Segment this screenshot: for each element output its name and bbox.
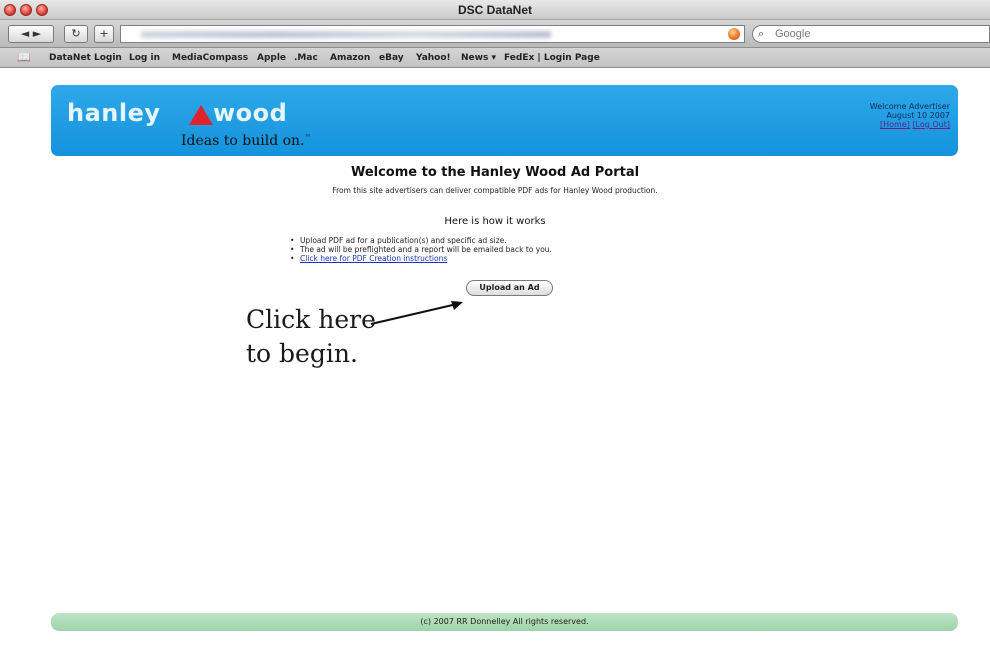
- page-title: Welcome to the Hanley Wood Ad Portal: [350, 165, 640, 180]
- bookmark-yahoo[interactable]: Yahoo!: [416, 53, 451, 63]
- list-item: Upload PDF ad for a publication(s) and s…: [288, 236, 552, 245]
- add-bookmark-button[interactable]: +: [94, 25, 114, 43]
- tagline: Ideas to build on.™: [181, 133, 312, 149]
- blurred-url: [141, 31, 551, 38]
- bookmark-datanet-login[interactable]: DataNet Login: [49, 53, 122, 63]
- page-subtitle: From this site advertisers can deliver c…: [332, 186, 658, 195]
- logout-link[interactable]: [Log Out]: [912, 120, 950, 129]
- footer-bar: (c) 2007 RR Donnelley All rights reserve…: [51, 613, 958, 631]
- how-it-works-heading: Here is how it works: [444, 216, 546, 227]
- list-item: The ad will be preflighted and a report …: [288, 245, 552, 254]
- search-placeholder: Google: [775, 28, 811, 40]
- welcome-box: Welcome Advertiser August 10 2007 [Home]…: [870, 102, 950, 129]
- bookmark-mediacompass[interactable]: MediaCompass: [172, 53, 248, 63]
- header-banner: hanley wood Ideas to build on.™ Welcome …: [51, 85, 958, 156]
- reload-button[interactable]: ↻: [64, 25, 88, 43]
- callout-line-2: to begin.: [246, 339, 358, 368]
- callout-annotation: Click here to begin.: [246, 303, 376, 371]
- bookmark-log-in[interactable]: Log in: [129, 53, 160, 63]
- bookmark-fedex[interactable]: FedEx | Login Page: [504, 53, 600, 63]
- bookmark-apple[interactable]: Apple: [257, 53, 286, 63]
- copyright-text: (c) 2007 RR Donnelley All rights reserve…: [420, 617, 589, 626]
- welcome-text: Welcome Advertiser: [869, 102, 950, 111]
- book-icon[interactable]: 📖: [17, 51, 31, 64]
- pdf-instructions-link[interactable]: Click here for PDF Creation instructions: [300, 254, 447, 263]
- browser-toolbar: ◄ ► ↻ + ⌕ Google: [0, 20, 990, 48]
- bookmark-ebay[interactable]: eBay: [379, 53, 404, 63]
- trademark-mark: ™: [304, 133, 312, 142]
- tagline-text: Ideas to build on.: [181, 133, 305, 149]
- callout-arrow-icon: [370, 301, 463, 325]
- window-titlebar: DSC DataNet: [0, 0, 990, 20]
- window-title: DSC DataNet: [457, 3, 532, 17]
- logo-triangle-icon: [189, 105, 213, 125]
- callout-line-1: Click here: [246, 305, 376, 334]
- upload-ad-button[interactable]: Upload an Ad: [466, 280, 553, 296]
- reload-icon: ↻: [71, 27, 81, 40]
- logo-word-wood: wood: [213, 99, 288, 127]
- list-item: Click here for PDF Creation instructions: [288, 254, 552, 263]
- back-forward-button[interactable]: ◄ ►: [8, 25, 54, 43]
- home-link[interactable]: [Home]: [880, 120, 910, 129]
- search-icon: ⌕: [758, 27, 765, 40]
- steps-list: Upload PDF ad for a publication(s) and s…: [288, 236, 552, 263]
- bookmarks-bar: 📖 DataNet Login Log in MediaCompass Appl…: [0, 48, 990, 68]
- rss-icon[interactable]: [728, 28, 740, 40]
- bookmark-news[interactable]: News ▾: [461, 53, 496, 63]
- logo-word-hanley: hanley: [67, 99, 161, 127]
- bookmark-mac[interactable]: .Mac: [294, 53, 318, 63]
- current-date: August 10 2007: [886, 111, 950, 120]
- address-bar[interactable]: [120, 25, 745, 43]
- bookmark-amazon[interactable]: Amazon: [330, 53, 370, 63]
- search-field[interactable]: ⌕ Google: [752, 25, 990, 43]
